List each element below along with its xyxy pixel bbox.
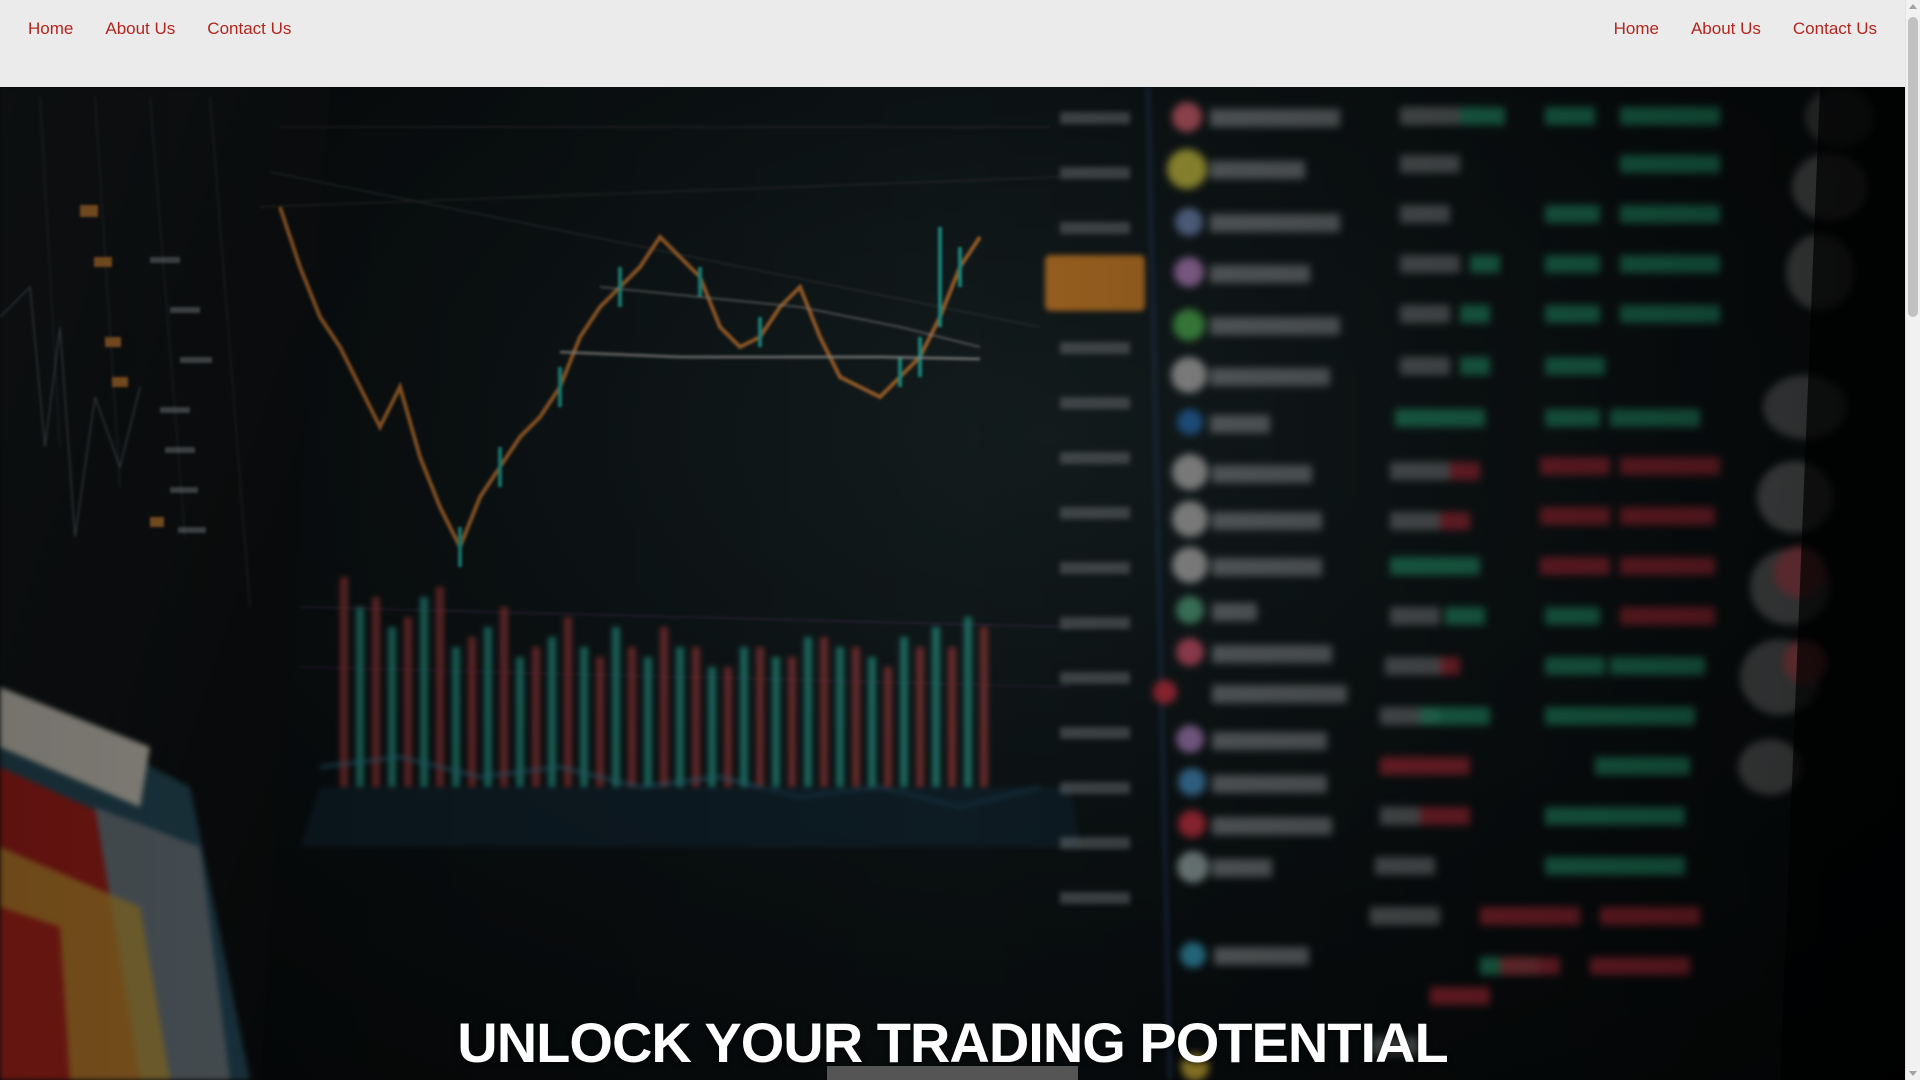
scroll-down-arrow-icon[interactable] (1909, 1071, 1917, 1076)
scroll-up-arrow-icon[interactable] (1909, 4, 1917, 9)
hero-section: UNLOCK YOUR TRADING POTENTIAL (0, 87, 1905, 1080)
primary-nav-left: Home About Us Contact Us (28, 18, 291, 40)
viewport: Home About Us Contact Us Home About Us C… (0, 0, 1905, 1080)
page: Home About Us Contact Us Home About Us C… (0, 0, 1920, 1080)
vertical-scrollbar[interactable] (1905, 0, 1920, 1080)
hero-cta-button[interactable] (827, 1066, 1078, 1080)
scroll-thumb[interactable] (1908, 17, 1918, 317)
nav-contact-link[interactable]: Contact Us (207, 18, 291, 40)
hero-overlay (0, 87, 1905, 1080)
nav-home-link-right[interactable]: Home (1614, 18, 1659, 40)
nav-contact-link-right[interactable]: Contact Us (1793, 18, 1877, 40)
nav-home-link[interactable]: Home (28, 18, 73, 40)
site-header: Home About Us Contact Us Home About Us C… (0, 0, 1905, 87)
primary-nav-right: Home About Us Contact Us (1614, 18, 1877, 40)
nav-about-link-right[interactable]: About Us (1691, 18, 1761, 40)
nav-about-link[interactable]: About Us (105, 18, 175, 40)
